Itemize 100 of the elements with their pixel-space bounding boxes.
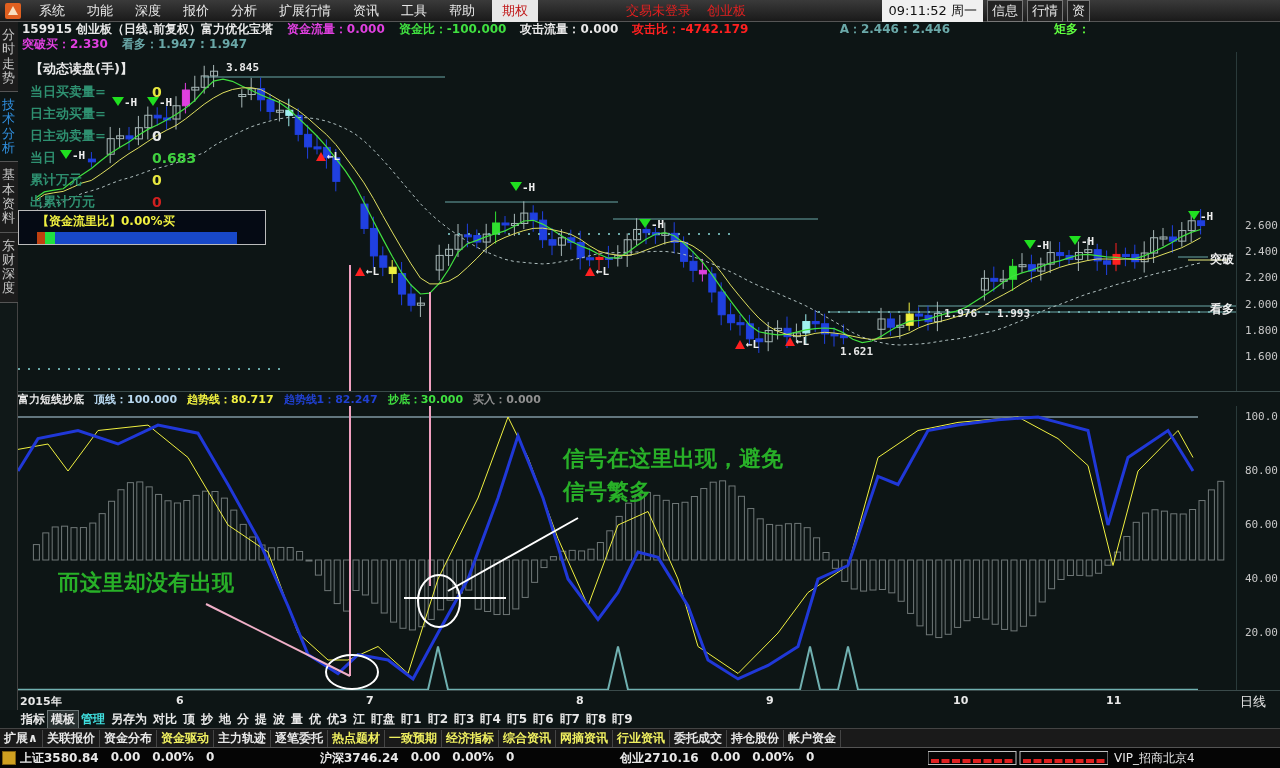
toolbar-button[interactable]: 盯6 (530, 710, 557, 728)
axis-label: 2.600 (1244, 219, 1278, 232)
square-icon[interactable] (2, 751, 16, 765)
candlestick (548, 227, 557, 256)
candlestick (557, 228, 566, 257)
toolbar-button[interactable]: 行情 (1027, 0, 1063, 22)
candlestick (360, 195, 369, 235)
server-name: VIP_招商北京4 (1114, 749, 1195, 767)
toolbar-button[interactable]: 盯4 (477, 710, 504, 728)
toolbar-button[interactable]: 盯8 (582, 710, 610, 728)
toolbar-button[interactable]: 盯7 (556, 710, 583, 728)
period-label: 日线 (1240, 694, 1266, 709)
bottom-tab[interactable]: 委托成交 (669, 729, 727, 747)
candlestick (604, 245, 613, 269)
bottom-tab[interactable]: 帐户资金 (783, 729, 841, 747)
candlestick (416, 296, 425, 318)
stat-value: 0 (152, 84, 162, 100)
candlestick (134, 115, 143, 146)
bottom-tab[interactable]: 经济指标 (441, 729, 499, 747)
toolbar-button[interactable]: 盯9 (609, 710, 636, 728)
side-tab[interactable]: 分时走势 (0, 22, 18, 93)
bottom-tab[interactable]: 网摘资讯 (555, 729, 613, 747)
menu-item[interactable]: 深度 (124, 1, 172, 20)
toolbar-button[interactable]: 顶 (180, 710, 198, 728)
index-volume: 0 (505, 749, 515, 766)
line-label: 看多 (1210, 301, 1234, 318)
menu-item[interactable]: 资讯 (342, 1, 390, 20)
menu-item[interactable]: 工具 (390, 1, 438, 20)
toolbar-button[interactable]: 盯2 (424, 710, 452, 728)
candlestick (1178, 221, 1187, 248)
bottom-tab[interactable]: 持仓股份 (726, 729, 784, 747)
toolbar-button[interactable]: 盯盘 (368, 710, 399, 728)
bottom-tab[interactable]: 扩展∧ (0, 729, 43, 747)
bottom-tab[interactable]: 主力轨迹 (213, 729, 271, 747)
menu-item[interactable]: 功能 (76, 1, 124, 20)
indicator-value: 攻击流量：0.000 (520, 21, 619, 38)
toolbar-button[interactable]: 江 (350, 710, 369, 728)
fund-flow-label: 【资金流里比】0.00%买 (37, 213, 176, 230)
candlestick (811, 309, 820, 333)
index-change: 0.00 (410, 749, 441, 766)
side-tab[interactable]: 技术分析 (0, 92, 18, 163)
index-percent: 0.00% (752, 749, 794, 766)
menu-item[interactable]: 扩展行情 (268, 1, 342, 20)
indicator-value: 攻击比：-4742.179 (632, 21, 749, 38)
stat-label: 日主动买量= (30, 105, 106, 123)
indicator-value: 矩多： (1054, 21, 1090, 38)
menu-item[interactable]: 分析 (220, 1, 268, 20)
toolbar-button[interactable]: 信息 (987, 0, 1023, 22)
bottom-tab[interactable]: 关联报价 (42, 729, 100, 747)
toolbar-button[interactable]: 抄 (198, 710, 216, 728)
axis-label: 11 (1106, 694, 1122, 707)
toolbar-button[interactable]: 另存为 (108, 710, 150, 728)
indicator-value: 159915 创业板（日线.前复权）富力优化宝塔 (22, 21, 273, 37)
candlestick (238, 88, 247, 109)
bottom-tab[interactable]: 一致预期 (384, 729, 442, 747)
stat-label: 当日买卖量= (30, 83, 106, 101)
axis-label: 2.400 (1244, 245, 1278, 259)
toolbar-button[interactable]: 盯3 (451, 710, 478, 728)
bottom-tab[interactable]: 综合资讯 (498, 729, 556, 747)
toolbar-button[interactable]: 提 (252, 710, 270, 728)
candlestick (275, 99, 284, 122)
bottom-tab[interactable]: 行业资讯 (612, 729, 670, 747)
side-tab[interactable]: 东财深度 (0, 232, 18, 303)
stat-value: 0 (152, 194, 162, 210)
bottom-tab[interactable]: 资金驱动 (156, 729, 214, 747)
axis-label: 2.200 (1244, 271, 1278, 285)
toolbar-button[interactable]: 量 (288, 710, 306, 728)
axis-label: 8 (576, 694, 584, 707)
toolbar-button[interactable]: 优3 (324, 710, 351, 728)
price-label: 3.845 (226, 61, 260, 74)
toolbar-button[interactable]: 地 (216, 710, 234, 728)
menu-item[interactable]: 报价 (172, 1, 220, 20)
toolbar-button[interactable]: 对比 (150, 710, 180, 728)
toolbar-button[interactable]: 波 (270, 710, 288, 728)
toolbar-button[interactable]: 指标 (18, 710, 48, 728)
bottom-tab[interactable]: 资金分布 (99, 729, 157, 747)
indicator-value: 资金流量：0.000 (286, 21, 385, 38)
candlestick (896, 314, 905, 340)
toolbar-button[interactable]: 管理 (78, 710, 108, 728)
bottom-tab[interactable]: 逐笔委托 (270, 729, 328, 747)
index-percent: 0.00% (152, 749, 194, 766)
side-tab[interactable]: 基本资料 (0, 162, 18, 233)
panel-title: 【动态读盘(手)】 (30, 60, 134, 78)
clock: 09:11:52 周一 (882, 0, 983, 22)
candlestick (463, 223, 472, 248)
toolbar-button[interactable]: 分 (234, 710, 252, 728)
axis-label: 1.600 (1244, 350, 1278, 363)
candlestick (191, 75, 200, 103)
menu-item[interactable]: 帮助 (438, 1, 486, 20)
toolbar-button[interactable]: 盯5 (503, 710, 531, 728)
candlestick (529, 204, 538, 233)
menu-tab[interactable]: 期权 (492, 0, 538, 22)
indicator-value: 富力短线抄底 (18, 391, 84, 407)
toolbar-button[interactable]: 资 (1067, 0, 1090, 22)
toolbar-button[interactable]: 模板 (48, 710, 78, 728)
index-quote: 上证3580.84 (20, 749, 99, 767)
bottom-tab[interactable]: 热点题材 (327, 729, 385, 747)
toolbar-button[interactable]: 优 (306, 710, 324, 728)
toolbar-button[interactable]: 盯1 (398, 710, 425, 728)
menu-item[interactable]: 系统 (28, 1, 76, 20)
